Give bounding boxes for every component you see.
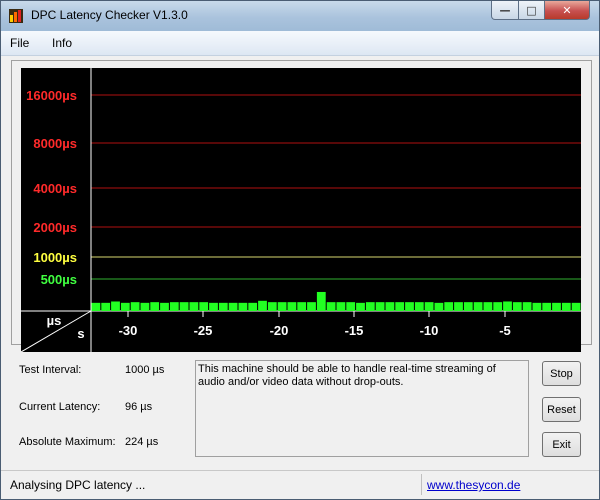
minimize-button[interactable]: — bbox=[491, 1, 519, 20]
latency-bar bbox=[277, 302, 287, 311]
y-axis-label: 4000µs bbox=[33, 181, 77, 196]
corner-unit-us: µs bbox=[47, 313, 62, 328]
app-icon bbox=[9, 9, 23, 23]
current-latency-value: 96 µs bbox=[125, 401, 153, 413]
latency-bar bbox=[228, 302, 238, 311]
latency-bar bbox=[414, 302, 424, 311]
test-interval-value: 1000 µs bbox=[125, 364, 165, 376]
latency-bar bbox=[238, 302, 248, 311]
latency-bar bbox=[307, 302, 316, 311]
latency-bar bbox=[454, 302, 463, 311]
stop-button[interactable]: Stop bbox=[542, 361, 581, 386]
close-button[interactable]: ✕ bbox=[544, 1, 590, 20]
latency-bar bbox=[111, 301, 120, 311]
latency-bar bbox=[258, 300, 267, 311]
maximize-button[interactable]: □ bbox=[518, 1, 545, 20]
reset-button[interactable]: Reset bbox=[542, 397, 581, 422]
x-tick-label: -25 bbox=[194, 323, 213, 338]
latency-bar bbox=[483, 302, 493, 311]
x-tick-label: -15 bbox=[345, 323, 364, 338]
exit-button[interactable]: Exit bbox=[542, 432, 581, 457]
x-tick-label: -10 bbox=[420, 323, 439, 338]
menu-file[interactable]: File bbox=[10, 36, 29, 50]
latency-bar bbox=[179, 302, 189, 311]
latency-bar bbox=[248, 302, 258, 311]
latency-bar bbox=[267, 302, 277, 311]
latency-bar bbox=[356, 302, 365, 311]
latency-bar bbox=[199, 302, 209, 311]
latency-bar bbox=[493, 302, 503, 311]
absolute-maximum-label: Absolute Maximum: bbox=[19, 436, 116, 448]
menu-info[interactable]: Info bbox=[52, 36, 72, 50]
status-separator bbox=[421, 474, 422, 495]
latency-bar bbox=[571, 302, 581, 311]
latency-bar bbox=[552, 302, 561, 311]
corner-unit-s: s bbox=[77, 326, 84, 341]
latency-bar bbox=[542, 302, 552, 311]
latency-bar bbox=[91, 302, 101, 311]
latency-bar bbox=[444, 302, 454, 311]
latency-bar bbox=[140, 302, 150, 311]
latency-bar bbox=[503, 301, 512, 311]
latency-bar bbox=[150, 302, 160, 311]
status-bar: Analysing DPC latency ... www.thesycon.d… bbox=[1, 470, 599, 499]
window-title: DPC Latency Checker V1.3.0 bbox=[31, 8, 188, 22]
latency-bar bbox=[385, 302, 395, 311]
latency-bar bbox=[130, 302, 140, 311]
menu-bar: File Info bbox=[1, 31, 599, 56]
latency-bar bbox=[463, 302, 473, 311]
latency-bar bbox=[365, 302, 375, 311]
message-text: This machine should be able to handle re… bbox=[198, 363, 496, 388]
x-tick-label: -30 bbox=[119, 323, 138, 338]
website-link[interactable]: www.thesycon.de bbox=[427, 478, 520, 492]
latency-bar bbox=[336, 302, 346, 311]
latency-bar bbox=[512, 302, 522, 311]
latency-chart: 16000µs 8000µs 4000µs 2000µs 1000µs 500µs µs s -… bbox=[21, 68, 581, 352]
app-window: DPC Latency Checker V1.3.0 — □ ✕ File In… bbox=[0, 0, 600, 500]
latency-bar bbox=[316, 291, 326, 311]
latency-bar bbox=[297, 302, 307, 311]
latency-bar bbox=[209, 302, 218, 311]
latency-bar bbox=[473, 302, 483, 311]
latency-bar bbox=[160, 302, 169, 311]
latency-bar bbox=[375, 302, 385, 311]
latency-bar bbox=[522, 302, 532, 311]
latency-bar bbox=[561, 302, 571, 311]
y-axis-label: 500µs bbox=[41, 272, 77, 287]
y-axis-label: 16000µs bbox=[26, 88, 77, 103]
y-axis-label: 2000µs bbox=[33, 220, 77, 235]
latency-bar bbox=[532, 302, 542, 311]
y-axis-label: 1000µs bbox=[33, 250, 77, 265]
absolute-maximum-value: 224 µs bbox=[125, 436, 159, 448]
y-axis-label: 8000µs bbox=[33, 136, 77, 151]
latency-bar bbox=[120, 302, 130, 311]
latency-bar bbox=[326, 302, 336, 311]
latency-bar bbox=[287, 302, 297, 311]
latency-bar bbox=[189, 302, 199, 311]
x-tick-label: -20 bbox=[270, 323, 289, 338]
latency-bar bbox=[218, 302, 228, 311]
test-interval-label: Test Interval: bbox=[19, 364, 82, 376]
latency-bar bbox=[346, 302, 356, 311]
latency-bar bbox=[424, 302, 434, 311]
x-tick-label: -5 bbox=[499, 323, 511, 338]
status-text: Analysing DPC latency ... bbox=[10, 478, 146, 492]
latency-bar bbox=[169, 302, 179, 311]
latency-bar bbox=[395, 302, 405, 311]
latency-bar bbox=[434, 302, 444, 311]
latency-bar bbox=[101, 302, 111, 311]
title-bar[interactable]: DPC Latency Checker V1.3.0 — □ ✕ bbox=[1, 1, 599, 31]
latency-bar bbox=[405, 302, 414, 311]
latency-chart-svg: 16000µs 8000µs 4000µs 2000µs 1000µs 500µs µss -… bbox=[21, 68, 581, 352]
current-latency-label: Current Latency: bbox=[19, 401, 101, 413]
